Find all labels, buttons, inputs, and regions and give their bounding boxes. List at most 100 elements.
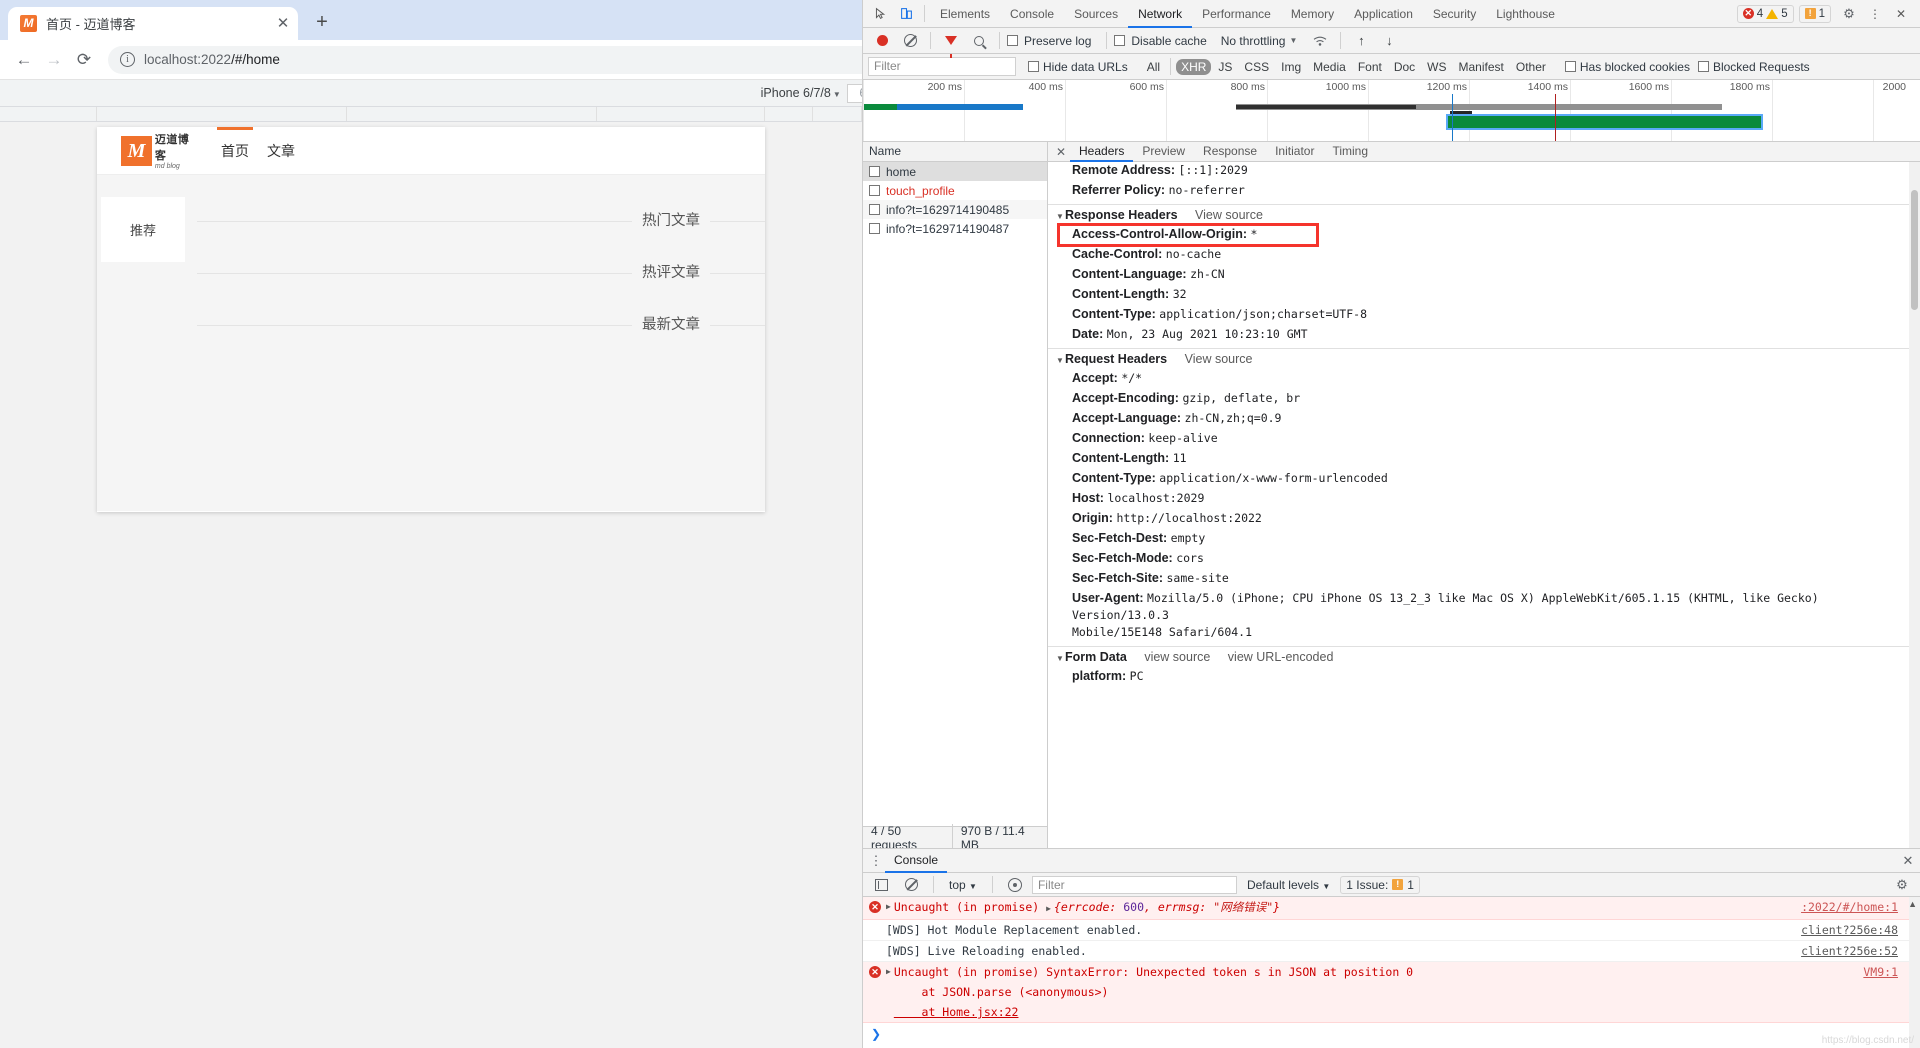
detail-tab-initiator[interactable]: Initiator (1266, 142, 1323, 162)
console-message-error[interactable]: ✕ ▶ Uncaught (in promise) ▶ {errcode: 600… (863, 897, 1920, 920)
filter-type-js[interactable]: JS (1213, 59, 1237, 75)
issues-counter[interactable]: ! 1 (1798, 4, 1831, 23)
detail-scrollbar[interactable] (1909, 162, 1920, 848)
execution-context-select[interactable]: top ▼ (943, 878, 983, 892)
filter-type-all[interactable]: All (1142, 59, 1165, 75)
tab-lighthouse[interactable]: Lighthouse (1486, 0, 1565, 28)
row-checkbox[interactable] (869, 223, 880, 234)
console-source-link[interactable]: :2022/#/home:1 (1801, 897, 1898, 917)
console-source-link[interactable]: client?256e:48 (1801, 920, 1898, 940)
view-source-link[interactable]: view source (1144, 650, 1210, 664)
browser-tab[interactable]: M 首页 - 迈道博客 ✕ (8, 7, 298, 40)
blocked-requests-checkbox[interactable] (1697, 61, 1709, 72)
tab-memory[interactable]: Memory (1281, 0, 1344, 28)
console-filter-input[interactable]: Filter (1031, 875, 1237, 894)
console-settings-gear-icon[interactable]: ⚙ (1889, 873, 1915, 897)
import-har-icon[interactable]: ↑ (1348, 29, 1374, 53)
has-blocked-cookies-checkbox[interactable] (1564, 61, 1576, 72)
drawer-tab-console[interactable]: Console (885, 849, 947, 873)
table-row[interactable]: info?t=1629714190485 (863, 200, 1047, 219)
filter-type-other[interactable]: Other (1511, 59, 1551, 75)
table-row[interactable]: touch_profile (863, 181, 1047, 200)
tab-application[interactable]: Application (1344, 0, 1423, 28)
waterfall-selected-request[interactable] (1446, 114, 1763, 130)
tab-security[interactable]: Security (1423, 0, 1486, 28)
drawer-more-icon[interactable]: ⋮ (867, 854, 885, 867)
console-message-log[interactable]: [WDS] Live Reloading enabled. client?256… (863, 941, 1920, 962)
table-row[interactable]: home (863, 162, 1047, 181)
tab-elements[interactable]: Elements (930, 0, 1000, 28)
site-info-icon[interactable]: i (120, 52, 135, 67)
request-headers-section[interactable]: ▼Request Headers View source (1048, 347, 1920, 369)
row-checkbox[interactable] (869, 204, 880, 215)
inspect-element-icon[interactable] (867, 2, 893, 26)
row-checkbox[interactable] (869, 185, 880, 196)
scroll-up-icon[interactable]: ▲ (1908, 899, 1917, 909)
console-issues-badge[interactable]: 1 Issue: ! 1 (1340, 875, 1420, 894)
console-source-link[interactable]: client?256e:52 (1801, 941, 1898, 961)
export-har-icon[interactable]: ↓ (1376, 29, 1402, 53)
console-message-error[interactable]: ✕ ▶ Uncaught (in promise) SyntaxError: U… (863, 962, 1920, 1023)
row-checkbox[interactable] (869, 166, 880, 177)
clear-network-icon[interactable] (897, 29, 923, 53)
forward-icon[interactable]: → (39, 45, 69, 75)
stack-frame-link[interactable]: at Home.jsx:22 (894, 1005, 1019, 1019)
table-row[interactable]: info?t=1629714190487 (863, 219, 1047, 238)
tab-console[interactable]: Console (1000, 0, 1064, 28)
network-conditions-icon[interactable] (1307, 29, 1333, 53)
detail-tab-headers[interactable]: Headers (1070, 142, 1133, 162)
console-message-log[interactable]: [WDS] Hot Module Replacement enabled. cl… (863, 920, 1920, 941)
close-drawer-icon[interactable]: ✕ (1896, 853, 1920, 869)
filter-type-img[interactable]: Img (1276, 59, 1306, 75)
view-source-link[interactable]: View source (1185, 352, 1253, 366)
error-warning-counter[interactable]: ✕ 4 5 (1736, 4, 1794, 23)
clear-console-icon[interactable] (898, 873, 924, 897)
reload-icon[interactable]: ⟳ (69, 45, 99, 75)
expand-arrow-icon[interactable]: ▶ (886, 962, 891, 982)
expand-object-icon[interactable]: ▶ (1046, 904, 1051, 913)
console-scrollbar[interactable]: ▲ (1908, 897, 1920, 1048)
throttling-select[interactable]: No throttling (1221, 34, 1286, 48)
detail-tab-preview[interactable]: Preview (1133, 142, 1194, 162)
tab-performance[interactable]: Performance (1192, 0, 1281, 28)
filter-type-doc[interactable]: Doc (1389, 59, 1420, 75)
back-icon[interactable]: ← (9, 45, 39, 75)
detail-tab-timing[interactable]: Timing (1323, 142, 1377, 162)
view-url-encoded-link[interactable]: view URL-encoded (1228, 650, 1334, 664)
filter-type-font[interactable]: Font (1353, 59, 1387, 75)
filter-type-media[interactable]: Media (1308, 59, 1351, 75)
detail-tab-response[interactable]: Response (1194, 142, 1266, 162)
network-overview-chart[interactable]: 200 ms 400 ms 600 ms 800 ms 1000 ms 1200… (863, 80, 1920, 142)
new-tab-button[interactable]: + (308, 9, 336, 37)
preserve-log-checkbox[interactable] (1007, 35, 1018, 46)
toggle-device-toolbar-icon[interactable] (893, 2, 919, 26)
close-devtools-icon[interactable]: ✕ (1888, 2, 1914, 26)
filter-icon[interactable] (938, 29, 964, 58)
live-expression-icon[interactable] (1002, 873, 1028, 897)
disable-cache-checkbox[interactable] (1114, 35, 1126, 46)
devtools-more-icon[interactable]: ⋮ (1862, 2, 1888, 26)
recommend-card[interactable]: 推荐 (101, 197, 185, 262)
filter-type-ws[interactable]: WS (1422, 59, 1451, 75)
record-network-icon[interactable] (869, 29, 895, 53)
log-level-select[interactable]: Default levels ▼ (1241, 878, 1336, 892)
close-detail-icon[interactable]: ✕ (1052, 145, 1070, 159)
request-list-header[interactable]: Name (863, 142, 1047, 162)
site-nav-item-home[interactable]: 首页 (217, 126, 253, 175)
hide-data-urls-checkbox[interactable] (1028, 61, 1039, 72)
filter-type-manifest[interactable]: Manifest (1454, 59, 1509, 75)
filter-type-xhr[interactable]: XHR (1176, 58, 1212, 75)
console-sidebar-icon[interactable] (868, 873, 894, 897)
console-source-link[interactable]: VM9:1 (1863, 962, 1898, 982)
tab-network[interactable]: Network (1128, 0, 1192, 28)
expand-arrow-icon[interactable]: ▶ (886, 897, 891, 917)
search-icon[interactable] (966, 29, 992, 53)
view-source-link[interactable]: View source (1195, 208, 1263, 222)
gear-icon[interactable]: ⚙ (1836, 2, 1862, 26)
filter-type-css[interactable]: CSS (1239, 59, 1274, 75)
response-headers-section[interactable]: ▼Response Headers View source (1048, 203, 1920, 225)
console-prompt[interactable]: ❯ (863, 1023, 1920, 1045)
site-logo[interactable]: M 迈道博客 md blog (121, 134, 199, 170)
close-tab-icon[interactable]: ✕ (274, 15, 292, 33)
network-filter-input[interactable]: Filter (868, 57, 1016, 76)
